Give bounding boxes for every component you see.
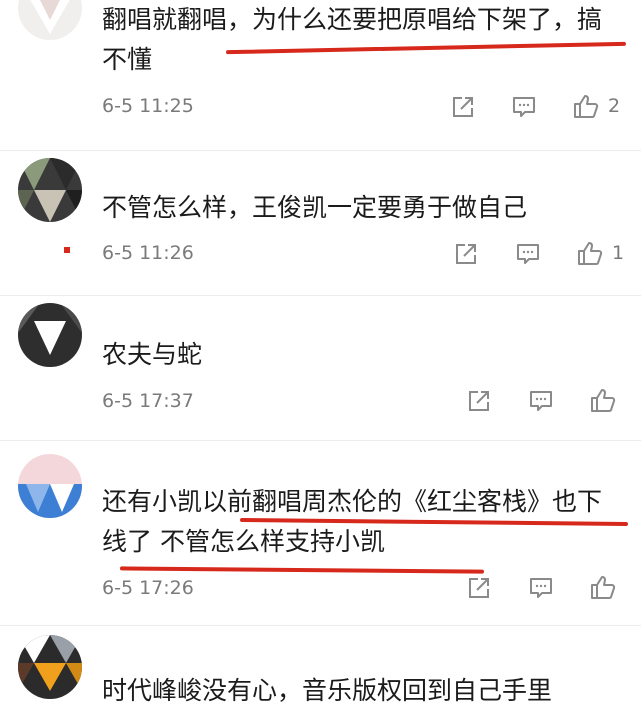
comment-text: 翻唱就翻唱，为什么还要把原唱给下架了，搞不懂 [102,5,603,74]
like-count: 1 [612,242,625,264]
comment-button[interactable] [527,574,555,602]
thumbs-up-icon [578,242,603,265]
avatar[interactable] [18,454,82,518]
comment-text: 时代峰峻没有心，音乐版权回到自己手里 [102,676,553,705]
comment-button[interactable] [514,240,542,268]
comment-bubble-icon [513,97,535,117]
share-box-icon [469,391,489,411]
thumbs-up-icon [591,576,616,599]
comment-text: 不管怎么样，王俊凯一定要勇于做自己 [102,193,528,222]
avatar[interactable] [18,303,82,367]
like-button[interactable] [589,386,617,414]
comment-bubble-icon [530,578,552,598]
comment-button[interactable] [510,93,538,121]
avatar[interactable] [18,0,82,40]
like-button[interactable] [589,573,617,601]
thumbs-up-icon [591,389,616,412]
avatar[interactable] [18,635,82,699]
comment-item: 时代峰峻没有心，音乐版权回到自己手里 [0,625,641,705]
thumbs-up-icon [574,95,599,118]
share-box-icon [456,244,476,264]
comment-button[interactable] [527,387,555,415]
comment-bubble-icon [517,244,539,264]
like-count: 2 [608,95,621,117]
repost-button[interactable] [465,574,493,602]
share-box-icon [469,578,489,598]
repost-button[interactable] [465,387,493,415]
comment-item: 不管怎么样，王俊凯一定要勇于做自己 6-5 11:26 1 [0,150,641,295]
comment-time: 6-5 17:26 [102,577,194,599]
avatar[interactable] [18,158,82,222]
like-button[interactable] [576,239,604,267]
repost-button[interactable] [449,93,477,121]
like-button[interactable] [572,92,600,120]
comment-time: 6-5 17:37 [102,390,194,412]
comment-text: 农夫与蛇 [102,340,203,369]
badge-dot [64,247,70,253]
repost-button[interactable] [452,240,480,268]
comment-time: 6-5 11:25 [102,95,194,117]
comment-time: 6-5 11:26 [102,242,194,264]
comment-bubble-icon [530,391,552,411]
comment-item: 翻唱就翻唱，为什么还要把原唱给下架了，搞不懂 6-5 11:25 2 [0,0,641,150]
comment-item: 还有小凯以前翻唱周杰伦的《红尘客栈》也下线了 不管怎么样支持小凯 6-5 17:… [0,440,641,625]
share-box-icon [453,97,473,117]
comment-item: 农夫与蛇 6-5 17:37 [0,295,641,440]
